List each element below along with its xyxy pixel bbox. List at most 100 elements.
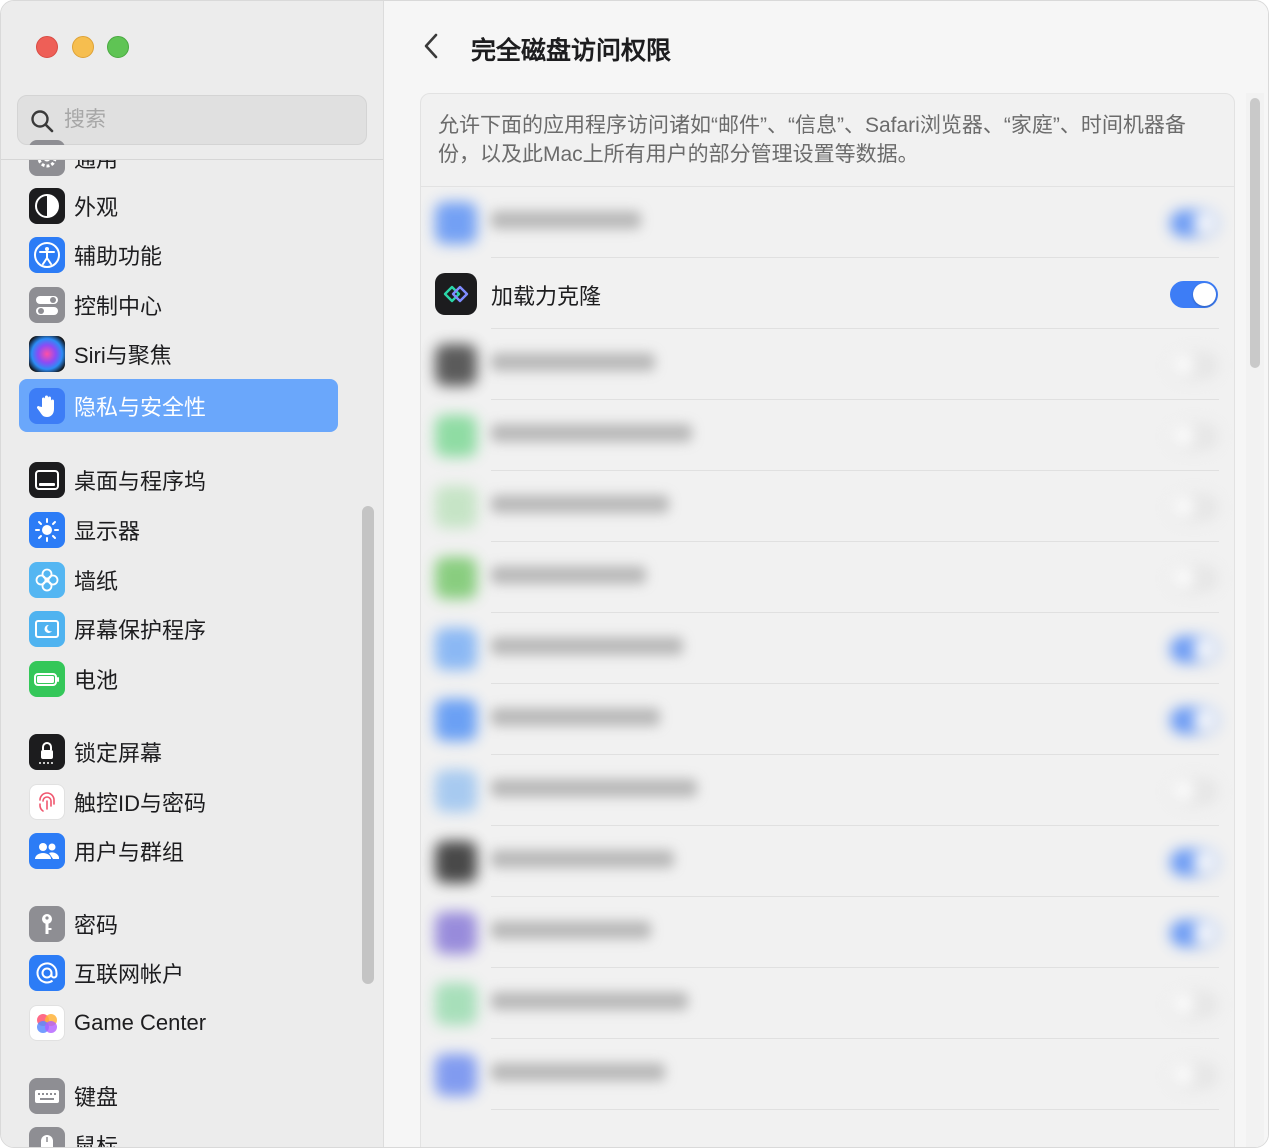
toggle-knob [1172, 993, 1195, 1016]
app-row [421, 187, 1234, 258]
app-name [491, 637, 683, 655]
hand-icon [29, 387, 65, 424]
access-toggle[interactable] [1170, 423, 1218, 450]
flower-icon [29, 562, 65, 598]
dock-icon [29, 462, 65, 498]
app-name [491, 708, 660, 726]
sidebar-item-wallpaper[interactable]: 墙纸 [19, 555, 338, 605]
redacted-app-name [491, 708, 660, 726]
sidebar-item-displays[interactable]: 显示器 [19, 505, 338, 555]
sidebar-item-siri[interactable]: Siri与聚焦 [19, 329, 338, 379]
app-row [421, 542, 1234, 613]
sidebar-item-desktop-dock[interactable]: 桌面与程序坞 [19, 455, 338, 505]
sidebar-scrollbar[interactable] [362, 506, 374, 984]
sidebar-item-game-center[interactable]: Game Center [19, 998, 338, 1048]
access-toggle[interactable] [1170, 565, 1218, 592]
app-row [421, 826, 1234, 897]
app-row [421, 755, 1234, 826]
sidebar-item-privacy-security[interactable]: 隐私与安全性 [19, 379, 338, 432]
sidebar-item-passwords[interactable]: 密码 [19, 899, 338, 949]
sidebar-item-label: 墙纸 [74, 569, 119, 594]
redacted-app-name [491, 637, 683, 655]
redacted-app-name [491, 1063, 665, 1081]
sidebar-item-label: 辅助功能 [74, 244, 163, 269]
access-toggle[interactable] [1170, 849, 1218, 876]
app-icon [435, 841, 477, 883]
app-icon [435, 415, 477, 457]
mouse-icon [29, 1127, 65, 1147]
game-center-icon [29, 1005, 65, 1041]
access-toggle[interactable] [1170, 281, 1218, 308]
redacted-app-name [491, 921, 651, 939]
redacted-app-name [491, 211, 641, 229]
siri-icon [29, 336, 65, 372]
redacted-app-name [491, 779, 697, 797]
sidebar-item-label: 鼠标 [74, 1134, 119, 1148]
access-toggle[interactable] [1170, 707, 1218, 734]
access-toggle[interactable] [1170, 778, 1218, 805]
toggle-knob [1172, 567, 1195, 590]
permission-description: 允许下面的应用程序访问诸如“邮件”、“信息”、Safari浏览器、“家庭”、时间… [438, 114, 1186, 166]
app-row [421, 897, 1234, 968]
back-chevron-icon[interactable] [420, 31, 442, 61]
sidebar-item-mouse[interactable]: 鼠标 [19, 1120, 338, 1148]
sidebar-item-lock-screen[interactable]: 锁定屏幕 [19, 727, 338, 777]
sidebar-item-accessibility[interactable]: 辅助功能 [19, 230, 338, 280]
access-toggle[interactable] [1170, 1062, 1218, 1089]
redacted-app-name [491, 424, 692, 442]
appearance-icon [29, 188, 65, 224]
settings-window: 通用 外观 辅助功能 控制中心 [0, 0, 1269, 1148]
app-name [491, 211, 641, 229]
sun-icon [29, 512, 65, 548]
page-title: 完全磁盘访问权限 [471, 37, 672, 65]
toggle-knob [1193, 851, 1216, 874]
toggle-knob [1172, 425, 1195, 448]
sidebar-item-keyboard[interactable]: 键盘 [19, 1071, 338, 1121]
access-toggle[interactable] [1170, 352, 1218, 379]
access-toggle[interactable] [1170, 920, 1218, 947]
sidebar-item-label: 显示器 [74, 519, 141, 544]
sidebar-item-label: 控制中心 [74, 294, 163, 319]
access-toggle[interactable] [1170, 210, 1218, 237]
app-row [421, 968, 1234, 1039]
app-list-panel: 允许下面的应用程序访问诸如“邮件”、“信息”、Safari浏览器、“家庭”、时间… [420, 93, 1235, 1147]
redacted-app-name [491, 992, 688, 1010]
app-icon [435, 202, 477, 244]
sidebar-item-touch-id[interactable]: 触控ID与密码 [19, 777, 338, 827]
lock-icon [29, 734, 65, 770]
sidebar: 通用 外观 辅助功能 控制中心 [1, 1, 384, 1148]
at-icon [29, 955, 65, 991]
app-name [491, 779, 697, 797]
app-name [491, 992, 688, 1010]
access-toggle[interactable] [1170, 991, 1218, 1018]
toggle-knob [1193, 283, 1216, 306]
app-row [421, 471, 1234, 542]
accessibility-icon [29, 237, 65, 273]
app-icon [435, 273, 477, 315]
redacted-app-name [491, 566, 646, 584]
sidebar-item-battery[interactable]: 电池 [19, 654, 338, 704]
app-icon [435, 770, 477, 812]
sidebar-item-label: 键盘 [74, 1085, 119, 1110]
sidebar-item-control-center[interactable]: 控制中心 [19, 280, 338, 330]
access-toggle[interactable] [1170, 494, 1218, 521]
sidebar-item-label: 触控ID与密码 [74, 791, 207, 816]
toggle-knob [1193, 922, 1216, 945]
sidebar-item-label: Siri与聚焦 [74, 343, 172, 368]
sidebar-item-label: 电池 [74, 668, 119, 693]
app-icon [435, 486, 477, 528]
sidebar-item-appearance[interactable]: 外观 [19, 181, 338, 231]
fingerprint-icon [29, 784, 65, 820]
app-icon [435, 344, 477, 386]
row-divider [491, 1109, 1219, 1110]
access-toggle[interactable] [1170, 636, 1218, 663]
sidebar-item-users-groups[interactable]: 用户与群组 [19, 826, 338, 876]
sidebar-item-label: 桌面与程序坞 [74, 469, 207, 494]
toggle-knob [1172, 1064, 1195, 1087]
main-scrollbar[interactable] [1250, 98, 1260, 368]
sidebar-item-internet-accounts[interactable]: 互联网帐户 [19, 948, 338, 998]
toggle-knob [1193, 212, 1216, 235]
toggle-knob [1172, 780, 1195, 803]
sidebar-item-screensaver[interactable]: 屏幕保护程序 [19, 604, 338, 654]
keyboard-icon [29, 1078, 65, 1114]
